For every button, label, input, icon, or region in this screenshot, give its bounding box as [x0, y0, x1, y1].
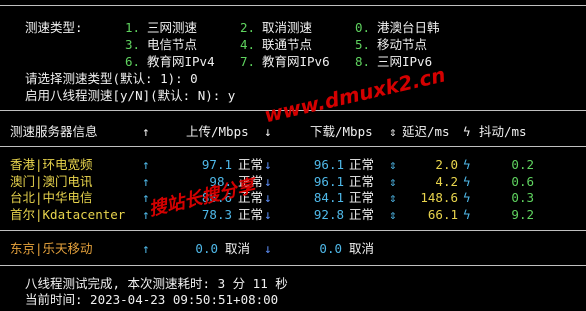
row-down-status: 正常 — [349, 157, 375, 172]
extra-up-icon: ↑ — [142, 241, 150, 256]
header-up: 上传/Mbps — [186, 124, 249, 139]
row-down-value: 96.1 — [313, 157, 344, 172]
extra-down-value: 0.0 — [319, 241, 342, 256]
row-bolt-icon: ϟ — [463, 207, 471, 222]
menu-option-number: 8. — [355, 54, 371, 69]
menu-option-label: 教育网IPv4 — [147, 54, 215, 69]
row-both-icon: ⇕ — [389, 157, 397, 172]
rule-4 — [0, 265, 586, 266]
row-bolt-icon: ϟ — [463, 157, 471, 172]
footer-done: 八线程测试完成, 本次测速耗时: 3 分 11 秒 — [25, 276, 288, 291]
header-latency: 延迟/ms — [402, 124, 450, 139]
row-up-status: 正常 — [238, 207, 264, 222]
row-down-status: 正常 — [349, 207, 375, 222]
row-both-icon: ⇕ — [389, 190, 397, 205]
header-jitter: 抖动/ms — [479, 124, 527, 139]
rule-2 — [0, 146, 586, 147]
extra-up-value: 0.0 — [195, 241, 218, 256]
row-up-value: 97.1 — [201, 157, 232, 172]
row-latency-value: 4.2 — [435, 174, 458, 189]
header-server: 测速服务器信息 — [10, 124, 98, 139]
extra-up-status: 取消 — [225, 241, 251, 256]
row-jitter-value: 9.2 — [511, 207, 534, 222]
row-latency-value: 148.6 — [420, 190, 458, 205]
prompt-type: 请选择测速类型(默认: 1): 0 — [25, 71, 198, 86]
row-jitter-value: 0.3 — [511, 190, 534, 205]
row-both-icon: ⇕ — [389, 207, 397, 222]
row-latency-value: 66.1 — [427, 207, 458, 222]
extra-down-icon: ↓ — [264, 241, 272, 256]
extra-down-status: 取消 — [349, 241, 375, 256]
extra-server-name: 东京|乐天移动 — [10, 241, 93, 256]
header-arrow-icon: ↑ — [142, 124, 150, 139]
rule-3 — [0, 230, 586, 231]
header-bolt-icon: ϟ — [463, 124, 471, 139]
menu-option-number: 7. — [240, 54, 256, 69]
menu-option-number: 2. — [240, 20, 256, 35]
row-up-icon: ↑ — [142, 174, 150, 189]
row-down-icon: ↓ — [264, 207, 272, 222]
menu-option-label: 港澳台日韩 — [377, 20, 440, 35]
row-up-icon: ↑ — [142, 157, 150, 172]
row-bolt-icon: ϟ — [463, 190, 471, 205]
menu-option-number: 6. — [125, 54, 141, 69]
menu-option-label: 三网测速 — [147, 20, 198, 35]
row-down-value: 92.8 — [313, 207, 344, 222]
row-latency-value: 2.0 — [435, 157, 458, 172]
row-server-name: 首尔|Kdatacenter — [10, 207, 126, 222]
top-rule — [0, 5, 586, 6]
row-jitter-value: 0.2 — [511, 157, 534, 172]
row-both-icon: ⇕ — [389, 174, 397, 189]
menu-option-label: 联通节点 — [262, 37, 313, 52]
menu-option-number: 5. — [355, 37, 371, 52]
row-server-name: 台北|中华电信 — [10, 190, 93, 205]
row-server-name: 香港|环电宽频 — [10, 157, 93, 172]
row-server-name: 澳门|澳门电讯 — [10, 174, 93, 189]
row-up-status: 正常 — [238, 157, 264, 172]
menu-option-number: 1. — [125, 20, 141, 35]
menu-option-number: 0. — [355, 20, 371, 35]
header-down: 下载/Mbps — [310, 124, 373, 139]
row-jitter-value: 0.6 — [511, 174, 534, 189]
row-down-status: 正常 — [349, 174, 375, 189]
menu-option-label: 电信节点 — [147, 37, 198, 52]
menu-option-number: 4. — [240, 37, 256, 52]
row-down-icon: ↓ — [264, 174, 272, 189]
row-down-status: 正常 — [349, 190, 375, 205]
row-bolt-icon: ϟ — [463, 174, 471, 189]
menu-option-number: 3. — [125, 37, 141, 52]
row-down-value: 84.1 — [313, 190, 344, 205]
row-down-value: 96.1 — [313, 174, 344, 189]
row-down-icon: ↓ — [264, 190, 272, 205]
menu-label: 测速类型: — [25, 20, 83, 35]
footer-time: 当前时间: 2023-04-23 09:50:51+08:00 — [25, 292, 279, 307]
menu-option-label: 移动节点 — [377, 37, 428, 52]
menu-option-label: 教育网IPv6 — [262, 54, 330, 69]
watermark-url: www.dmuxk2.cn — [262, 62, 448, 128]
header-both-icon: ⇕ — [389, 124, 397, 139]
menu-option-label: 取消测速 — [262, 20, 313, 35]
prompt-thread: 启用八线程测速[y/N](默认: N): y — [25, 88, 236, 103]
row-down-icon: ↓ — [264, 157, 272, 172]
